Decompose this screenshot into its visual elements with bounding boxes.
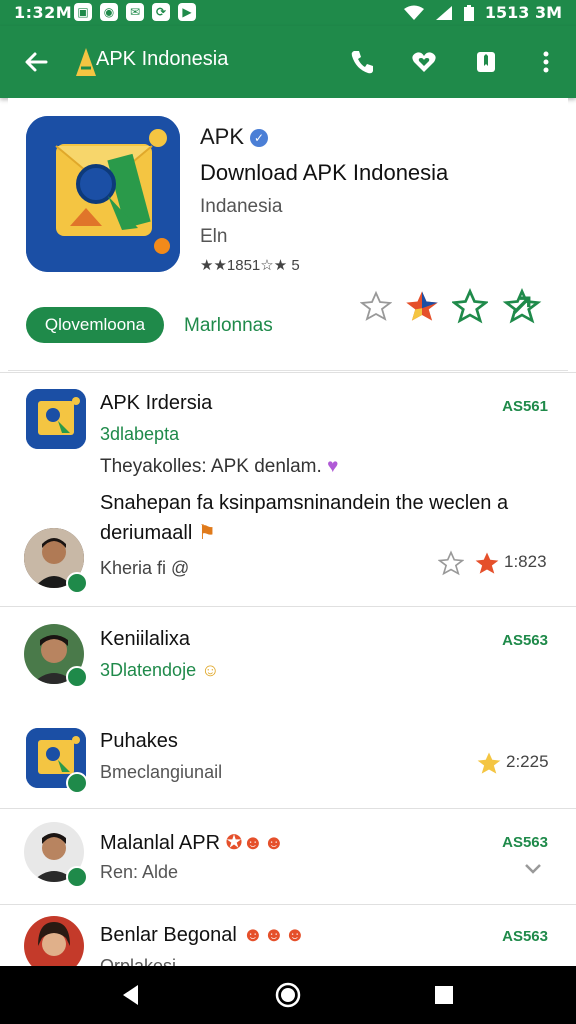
item-subtitle: 3dlabepta [100,424,180,444]
gallery-icon: ▣ [74,3,92,21]
item-subtitle-text: 3Dlatendoje [100,660,197,680]
item-text-line1: Theyakolles: APK denlam. ♥ [100,456,338,478]
sync-icon: ⟳ [152,3,170,21]
item-subtitle: Ren: Alde [100,862,179,882]
item-title[interactable]: APK Irdersia [100,392,212,415]
apk-thumbnail-icon [26,389,86,449]
item-title[interactable]: Keniilalixa [100,628,190,651]
at-icon: @ [171,558,190,578]
item-text-line3: deriumaall ⚑ [100,520,216,545]
app-bar: APK Indonesia [0,26,576,98]
status-right: 1513 3M [403,3,562,22]
battery-icon [463,4,474,21]
item-line3-text: deriumaall [100,522,193,544]
star-outline-icon[interactable] [360,288,392,324]
nav-back-icon[interactable] [118,982,144,1008]
app-icon[interactable] [26,116,180,272]
app-name-row: APK ✓ [200,124,269,150]
item-version: AS563 [502,632,548,649]
item-author: Kheria fi @ [100,558,189,579]
verified-check-icon [66,772,88,794]
item-version: AS561 [502,398,548,415]
toolbar-title: APK Indonesia [96,48,229,70]
item-title: Benlar Begonal [100,924,237,946]
navigation-bar [0,966,576,1024]
item-count: 2:225 [506,752,549,771]
phone-icon[interactable] [348,48,376,76]
status-time: 1:32M [14,3,73,22]
star-red-icon[interactable] [474,550,500,576]
camera-icon: ◉ [100,3,118,21]
heart-icon[interactable] [410,48,438,76]
item-line1-text: Theyakolles: APK denlam. [100,456,322,477]
item-subtitle: 3Dlatendoje ☺ [100,660,219,681]
star-green-outline-icon[interactable] [452,288,488,324]
item-count: 1:823 [504,552,547,571]
verified-check-icon [66,666,88,688]
notification-icons: ▣ ◉ ✉ ⟳ ▶ [74,3,196,21]
status-time-right: 1513 3M [484,3,562,22]
share-icon[interactable] [502,288,542,324]
item-version: AS563 [502,834,548,851]
wifi-icon [403,5,424,20]
more-link[interactable]: Marlonnas [184,315,273,337]
item-subtitle: Bmeclangiunail [100,762,223,782]
divider [0,808,576,809]
item-app-icon[interactable] [26,389,86,449]
app-subtitle: Download APK Indonesia [200,160,449,185]
app-name: APK [200,124,245,149]
verified-check-icon [66,572,88,594]
flag-emoji-icon: ⚑ [197,522,216,544]
app-icon-graphic [26,116,180,272]
item-author-name: Kheria fi [100,558,172,578]
status-bar: 1:32M ▣ ◉ ✉ ⟳ ▶ 1513 3M [0,0,576,26]
verified-check-icon [66,866,88,888]
emoji-group-icon: ☻☻☻ [242,924,306,946]
star-outline-icon[interactable] [438,550,464,576]
signal-icon [435,5,452,20]
verified-badge-icon: ✓ [250,129,269,148]
star-yellow-icon[interactable] [476,750,502,776]
item-title: Malanlal APR [100,832,221,854]
divider [0,606,576,607]
item-title-row[interactable]: Malanlal APR ✪☻☻ [100,830,284,855]
item-title[interactable]: Puhakes [100,730,178,753]
play-icon: ▶ [178,3,196,21]
bookmark-icon[interactable] [472,48,500,76]
item-version: AS563 [502,928,548,945]
divider [0,372,576,373]
emoji-group-icon: ✪☻☻ [225,832,285,854]
star-colored-icon[interactable] [404,288,440,324]
chevron-down-icon[interactable] [522,860,544,878]
nav-home-icon[interactable] [274,981,302,1009]
install-button[interactable]: Qlovemloona [26,307,164,343]
nav-recents-icon[interactable] [432,983,456,1007]
app-language: Eln [200,226,228,247]
app-region: Indanesia [200,196,283,217]
heart-emoji-icon: ♥ [327,456,339,477]
more-options-icon[interactable] [532,48,560,76]
sparkle-emoji-icon: ☺ [201,660,220,680]
divider [0,904,576,905]
app-rating: ★★1851☆★ 5 [200,257,300,274]
item-text-line2: Snahepan fa ksinpamsninandein the weclen… [100,492,509,514]
back-arrow-icon[interactable] [20,46,52,78]
message-icon: ✉ [126,3,144,21]
item-title-row[interactable]: Benlar Begonal ☻☻☻ [100,924,305,947]
